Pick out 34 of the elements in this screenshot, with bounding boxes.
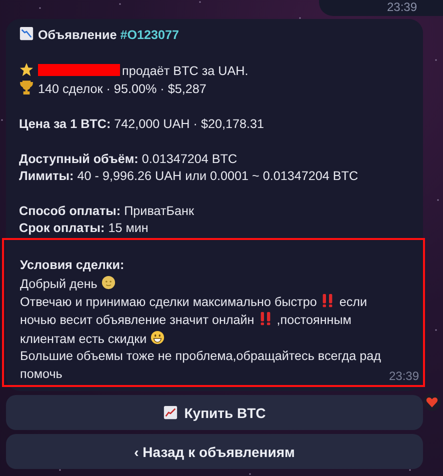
seller-text: продаёт BTC за UAH.	[122, 64, 248, 78]
field-label: Цена за 1 BTC:	[19, 117, 111, 131]
chart-up-icon	[163, 405, 178, 420]
trophy-icon	[19, 80, 34, 96]
field-value: 15 мин	[108, 221, 148, 236]
field-value: 40 - 9,996.26 UAH или 0.0001 ~ 0.01347204 BTC	[77, 169, 358, 184]
buy-button[interactable]: Купить BTC	[6, 395, 423, 430]
field-value: ПриватБанк	[124, 204, 194, 218]
conditions-text: если	[339, 295, 368, 310]
conditions-text: Отвечаю и принимаю сделки максимально быстро	[20, 295, 317, 310]
conditions-text: ночью весит объявление значит онлайн	[20, 313, 254, 328]
grinning-face-icon	[150, 330, 166, 345]
field-value: 0.01347204 BTC	[142, 152, 238, 166]
conditions-text: Большие объемы тоже не проблема,обращайтесь всегда рад	[20, 349, 381, 364]
message-title: Объявление	[38, 28, 117, 42]
message-time: 23:39	[386, 0, 417, 14]
conditions-text: ,постоянным	[276, 313, 352, 328]
sun-face-icon	[100, 274, 116, 290]
back-button[interactable]: ‹ Назад к объявлениям	[6, 434, 423, 470]
field-value: 742,000 UAH · $20,178.31	[114, 117, 264, 131]
conditions-label: Условия сделки:	[20, 257, 126, 274]
conditions-text: клиентам есть скидки	[20, 332, 147, 346]
message-time: 23:39	[388, 368, 419, 385]
chart-down-icon	[19, 26, 34, 41]
seller-stats: 140 сделок · 95.00% · $5,287	[38, 82, 206, 96]
star-icon	[19, 62, 34, 77]
conditions-text: помочь	[20, 366, 62, 381]
heart-avatar-icon	[423, 393, 441, 412]
field-label: Доступный объём:	[19, 152, 138, 166]
field-label: Способ оплаты:	[19, 204, 121, 218]
order-id: #O123077	[120, 28, 180, 42]
field-label: Лимиты:	[19, 169, 74, 184]
conditions-text: Добрый день	[20, 276, 98, 291]
field-label: Срок оплаты:	[19, 221, 105, 236]
